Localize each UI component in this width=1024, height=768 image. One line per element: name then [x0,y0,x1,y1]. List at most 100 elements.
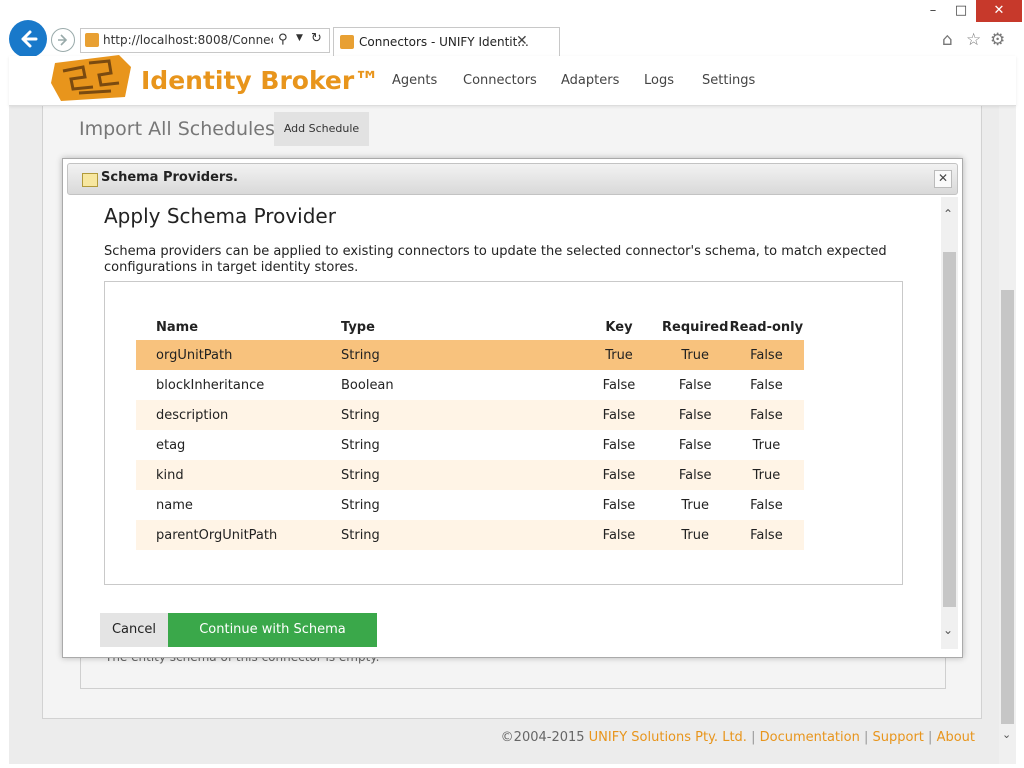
cell-required: True [681,527,709,543]
nav-adapters[interactable]: Adapters [561,73,619,88]
cell-readonly: True [752,467,781,483]
dialog-scrollbar[interactable]: ⌃ ⌄ [941,197,958,649]
scroll-up-icon[interactable]: ⌃ [943,207,953,221]
gear-icon[interactable]: ⚙ [990,30,1005,50]
cell-name: name [156,497,193,513]
documentation-link[interactable]: Documentation [760,730,860,745]
schema-table: Name Type Key Required Read-only orgUnit… [136,314,805,550]
cell-readonly: False [750,377,783,393]
column-header-readonly: Read-only [729,319,804,335]
nav-settings[interactable]: Settings [702,73,755,88]
identity-broker-logo-icon[interactable] [49,53,135,103]
dialog-scrollbar-thumb[interactable] [943,252,956,607]
page-scrollbar-thumb[interactable] [1001,290,1014,724]
cell-name: description [156,407,229,423]
site-favicon-icon [85,33,99,47]
cell-readonly: True [752,437,781,453]
cell-key: False [602,497,636,513]
table-row[interactable]: parentOrgUnitPath String False True Fals… [136,520,805,550]
cell-required: True [681,497,709,513]
refresh-icon[interactable]: ↻ [311,31,322,46]
cell-type: String [341,467,380,483]
column-header-type: Type [341,319,375,335]
cell-readonly: False [750,497,783,513]
section-title: Import All Schedules [79,118,275,140]
column-header-name: Name [156,319,199,335]
schema-table-container: Name Type Key Required Read-only orgUnit… [104,281,903,585]
cell-name: orgUnitPath [156,347,233,363]
schema-providers-dialog: Schema Providers. ✕ Apply Schema Provide… [62,158,963,658]
cell-type: String [341,497,380,513]
company-link[interactable]: UNIFY Solutions Pty. Ltd. [589,730,747,745]
table-row[interactable]: description String False False False [136,400,805,430]
footer-separator: | [928,730,933,745]
cell-key: False [602,527,636,543]
add-schedule-button[interactable]: Add Schedule [274,112,369,146]
scroll-down-icon[interactable]: ⌄ [1002,728,1011,741]
brand-name[interactable]: Identity Broker™ [141,66,379,95]
cell-required: False [678,467,712,483]
cell-name: parentOrgUnitPath [156,527,278,543]
search-icon[interactable]: ⚲ [278,32,288,47]
nav-logs[interactable]: Logs [644,73,674,88]
column-header-required: Required [662,319,729,335]
cell-key: False [602,407,636,423]
browser-tab[interactable]: Connectors - UNIFY Identit... ✕ [333,27,560,57]
table-row[interactable]: blockInheritance Boolean False False Fal… [136,370,804,400]
cancel-button[interactable]: Cancel [100,613,168,647]
dialog-title: Schema Providers. [101,170,238,185]
tab-favicon-icon [340,35,354,49]
dialog-close-icon[interactable]: ✕ [934,170,952,188]
cell-type: Boolean [341,377,394,393]
address-bar[interactable]: http://localhost:8008/Connector ⚲ ▼ ↻ [80,28,330,53]
cell-readonly: False [750,347,783,363]
cell-key: False [602,467,636,483]
cell-required: False [678,407,712,423]
home-icon[interactable]: ⌂ [942,30,953,50]
cell-required: True [681,347,709,363]
forward-arrow-icon [58,34,68,46]
cell-type: String [341,437,380,453]
footer-separator: | [751,730,756,745]
minimize-icon[interactable]: – [918,0,948,22]
continue-with-schema-button[interactable]: Continue with Schema [168,613,377,647]
column-header-key: Key [605,319,633,335]
footer: ©2004-2015 UNIFY Solutions Pty. Ltd. | D… [0,730,975,745]
nav-agents[interactable]: Agents [392,73,437,88]
table-row-selected[interactable]: orgUnitPath String True True False [136,340,805,370]
back-arrow-icon [21,30,38,48]
table-row[interactable]: kind String False False True [136,460,805,490]
copyright-text: ©2004-2015 [500,730,585,745]
tab-close-icon[interactable]: ✕ [516,33,528,49]
support-link[interactable]: Support [873,730,924,745]
nav-connectors[interactable]: Connectors [463,73,537,88]
browser-chrome: – □ ✕ http://localhost:8008/Connector ⚲ … [0,0,1024,58]
close-icon[interactable]: ✕ [976,0,1022,22]
cell-readonly: False [750,407,783,423]
cell-type: String [341,527,380,543]
table-row[interactable]: etag String False False True [136,430,804,460]
dialog-heading: Apply Schema Provider [104,204,336,228]
dialog-icon [82,173,98,187]
dialog-description: Schema providers can be applied to exist… [104,244,887,275]
about-link[interactable]: About [937,730,975,745]
forward-button[interactable] [51,28,75,52]
back-button[interactable] [9,20,47,58]
scroll-down-icon[interactable]: ⌄ [943,623,953,637]
cell-type: String [341,347,380,363]
cell-key: True [605,347,633,363]
cell-name: etag [156,437,186,453]
star-icon[interactable]: ☆ [966,30,981,50]
dropdown-icon[interactable]: ▼ [296,33,303,43]
dialog-titlebar[interactable]: Schema Providers. ✕ [67,163,958,195]
maximize-icon[interactable]: □ [946,0,976,22]
table-header-row: Name Type Key Required Read-only [136,314,804,340]
cell-required: False [678,437,712,453]
table-row[interactable]: name String False True False [136,490,804,520]
tab-title: Connectors - UNIFY Identit... [359,35,529,49]
page-scrollbar[interactable]: ⌃ ⌄ [999,56,1016,764]
cell-readonly: False [750,527,783,543]
cell-key: False [602,437,636,453]
cell-required: False [678,377,712,393]
url-text[interactable]: http://localhost:8008/Connector [103,33,273,47]
